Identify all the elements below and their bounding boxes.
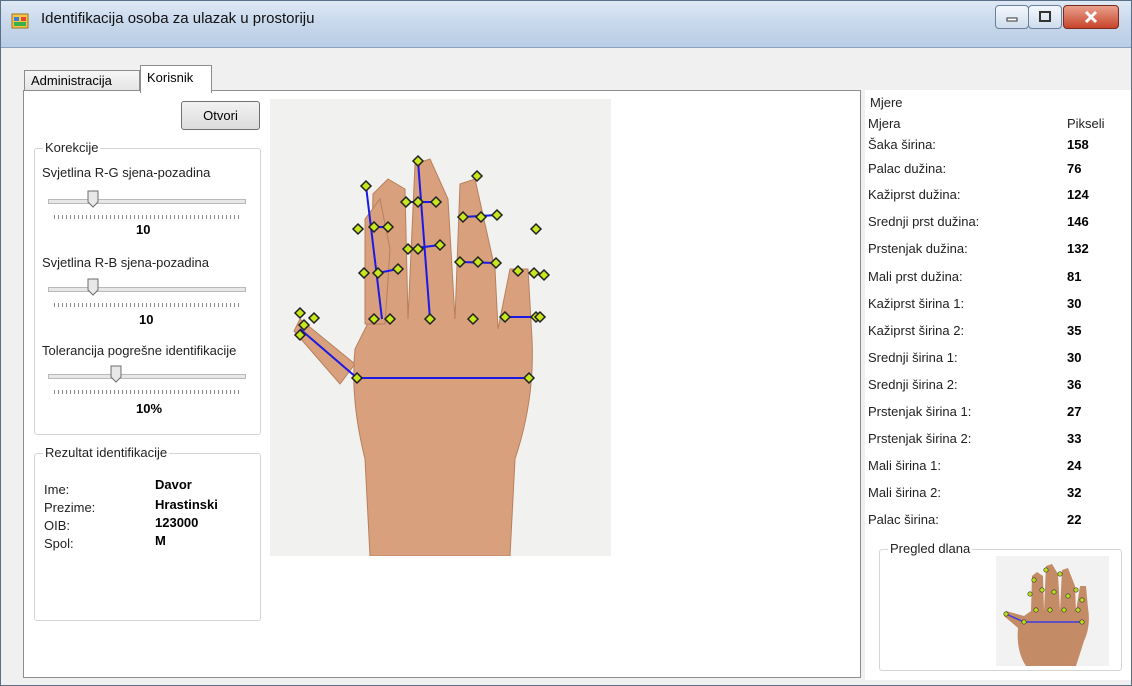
title-bar[interactable]: Identifikacija osoba za ulazak u prostor… xyxy=(1,1,1131,48)
measurement-value: 27 xyxy=(1067,404,1082,419)
measurement-row: Prstenjak širina 1: 27 xyxy=(868,404,1118,426)
gender-label: Spol: xyxy=(44,536,74,551)
measurement-row: Palac dužina: 76 xyxy=(868,161,1118,183)
main-window: Identifikacija osoba za ulazak u prostor… xyxy=(0,0,1132,686)
close-icon xyxy=(1084,10,1098,24)
measurement-row: Kažiprst dužina: 124 xyxy=(868,187,1118,209)
maximize-icon xyxy=(1039,11,1051,22)
measurement-value: 30 xyxy=(1067,350,1082,365)
slider-thumb[interactable] xyxy=(87,190,99,208)
slider-ticks xyxy=(54,390,240,394)
slider-track xyxy=(48,199,246,204)
rg-brightness-slider[interactable] xyxy=(48,189,248,223)
minimize-icon xyxy=(1006,17,1018,22)
slider2-value: 10 xyxy=(139,312,154,327)
slider-track xyxy=(48,287,246,292)
measurement-value: 146 xyxy=(1067,214,1089,229)
measurement-name: Mali širina 1: xyxy=(868,458,941,473)
preview-title: Pregled dlana xyxy=(888,541,973,556)
hand-image xyxy=(270,99,611,556)
measurement-name: Mali širina 2: xyxy=(868,485,941,500)
measurement-name: Srednji širina 1: xyxy=(868,350,958,365)
tolerance-slider[interactable] xyxy=(48,364,248,398)
close-button[interactable] xyxy=(1063,5,1119,29)
slider-track xyxy=(48,374,246,379)
measurement-name: Prstenjak dužina: xyxy=(868,241,968,256)
measurement-value: 30 xyxy=(1067,296,1082,311)
measurement-name: Kažiprst širina 1: xyxy=(868,296,965,311)
result-title: Rezultat identifikacije xyxy=(43,445,170,460)
measurement-name: Šaka širina: xyxy=(868,137,936,152)
slider-ticks xyxy=(54,303,240,307)
tab-administracija[interactable]: Administracija xyxy=(24,70,140,92)
measurement-value: 22 xyxy=(1067,512,1082,527)
measurement-value: 24 xyxy=(1067,458,1082,473)
corrections-title: Korekcije xyxy=(43,140,101,155)
measurements-title: Mjere xyxy=(870,95,903,110)
window-title: Identifikacija osoba za ulazak u prostor… xyxy=(41,10,315,27)
rb-brightness-slider[interactable] xyxy=(48,277,248,311)
tab-korisnik[interactable]: Korisnik xyxy=(140,65,212,93)
oib-label: OIB: xyxy=(44,518,71,533)
gender-value: M xyxy=(155,533,166,548)
measurement-row: Srednji širina 1: 30 xyxy=(868,350,1118,372)
measurement-row: Palac širina: 22 xyxy=(868,512,1118,534)
app-icon xyxy=(11,13,29,29)
last-name-value: Hrastinski xyxy=(155,497,218,512)
palm-preview-image xyxy=(996,556,1109,666)
measurement-row: Prstenjak širina 2: 33 xyxy=(868,431,1118,453)
measurement-name: Kažiprst širina 2: xyxy=(868,323,965,338)
slider3-value: 10% xyxy=(136,401,163,416)
slider-ticks xyxy=(54,215,240,219)
measurement-name: Kažiprst dužina: xyxy=(868,187,961,202)
measurement-row: Srednji širina 2: 36 xyxy=(868,377,1118,399)
measurement-value: 124 xyxy=(1067,187,1089,202)
measurement-row: Mali širina 2: 32 xyxy=(868,485,1118,507)
oib-value: 123000 xyxy=(155,515,199,530)
measurement-name: Palac dužina: xyxy=(868,161,947,176)
measurement-name: Mali prst dužina: xyxy=(868,269,963,284)
first-name-value: Davor xyxy=(155,477,192,492)
measurement-row: Mali širina 1: 24 xyxy=(868,458,1118,480)
measurement-name: Palac širina: xyxy=(868,512,939,527)
measurement-value: 81 xyxy=(1067,269,1082,284)
measurement-name: Prstenjak širina 2: xyxy=(868,431,972,446)
slider-thumb[interactable] xyxy=(87,278,99,296)
slider1-label: Svjetlina R-G sjena-pozadina xyxy=(42,165,211,180)
minimize-button[interactable] xyxy=(995,5,1029,29)
measurement-value: 32 xyxy=(1067,485,1082,500)
slider1-value: 10 xyxy=(136,222,151,237)
measurement-row: Kažiprst širina 2: 35 xyxy=(868,323,1118,345)
last-name-label: Prezime: xyxy=(44,500,96,515)
measurement-row: Kažiprst širina 1: 30 xyxy=(868,296,1118,318)
measurement-row: Šaka širina: 158 xyxy=(868,137,1118,159)
measure-column-header: Mjera xyxy=(868,116,901,131)
measurement-row: Srednji prst dužina: 146 xyxy=(868,214,1118,236)
measurement-value: 132 xyxy=(1067,241,1089,256)
measurement-name: Srednji širina 2: xyxy=(868,377,958,392)
measurement-row: Mali prst dužina: 81 xyxy=(868,269,1118,291)
pixels-column-header: Pikseli xyxy=(1067,116,1105,131)
measurement-value: 33 xyxy=(1067,431,1082,446)
open-button[interactable]: Otvori xyxy=(181,101,260,130)
measurement-name: Srednji prst dužina: xyxy=(868,214,980,229)
slider3-label: Tolerancija pogrešne identifikacije xyxy=(42,343,237,358)
measurement-name: Prstenjak širina 1: xyxy=(868,404,972,419)
measurement-row: Prstenjak dužina: 132 xyxy=(868,241,1118,263)
first-name-label: Ime: xyxy=(44,482,70,497)
measurement-value: 158 xyxy=(1067,137,1089,152)
slider2-label: Svjetlina R-B sjena-pozadina xyxy=(42,255,209,270)
measurement-value: 36 xyxy=(1067,377,1082,392)
measurement-value: 35 xyxy=(1067,323,1082,338)
slider-thumb[interactable] xyxy=(110,365,122,383)
maximize-button[interactable] xyxy=(1028,5,1062,29)
measurement-value: 76 xyxy=(1067,161,1082,176)
